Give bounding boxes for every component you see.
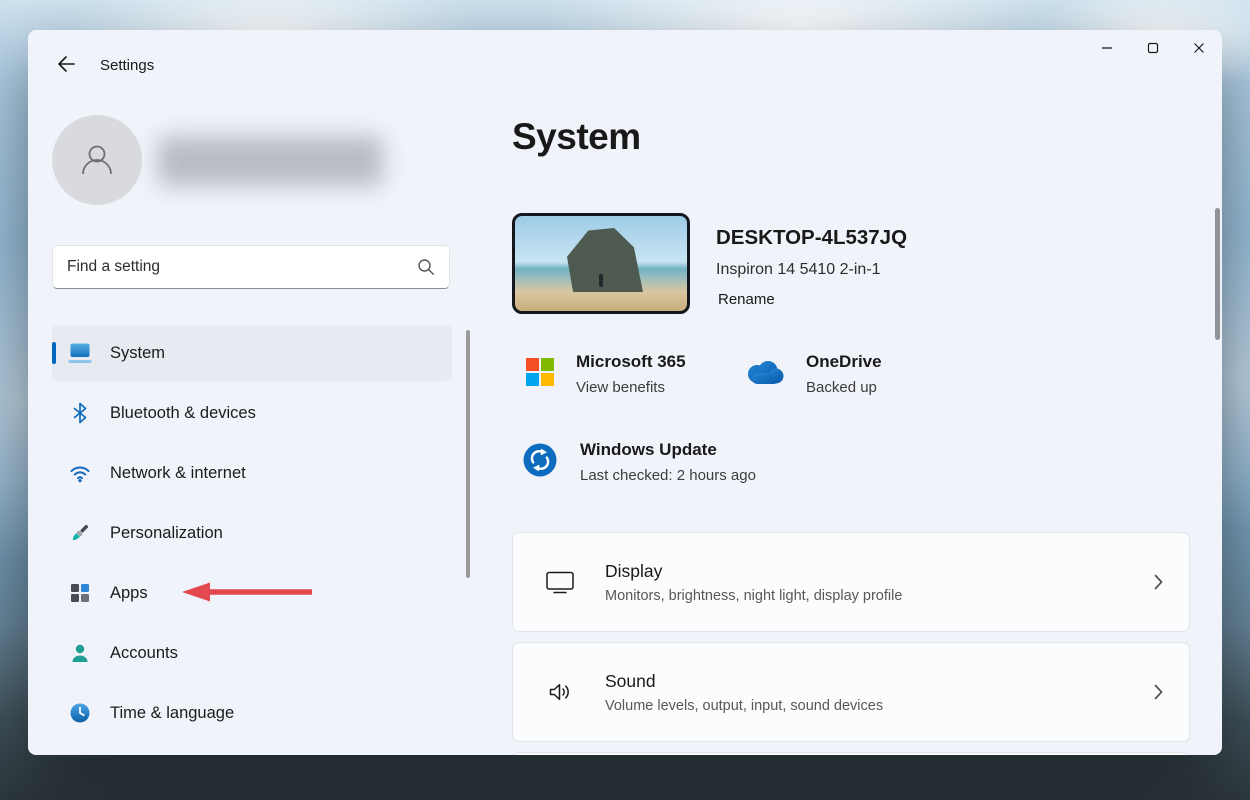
sidebar-item-accounts[interactable]: Accounts [52, 625, 452, 681]
tile-title: Windows Update [580, 440, 717, 459]
device-model: Inspiron 14 5410 2-in-1 [716, 261, 881, 278]
display-icon [543, 569, 577, 595]
avatar[interactable] [52, 115, 142, 205]
network-icon [68, 462, 92, 484]
rename-button[interactable]: Rename [718, 291, 775, 308]
search-icon [417, 258, 435, 276]
caption-buttons [1084, 30, 1222, 66]
minimize-button[interactable] [1084, 30, 1130, 66]
card-subtitle: Monitors, brightness, night light, displ… [605, 587, 903, 604]
sidebar-item-label: System [110, 343, 166, 362]
apps-icon [68, 582, 92, 604]
tile-onedrive[interactable]: OneDrive Backed up [744, 342, 882, 406]
device-thumbnail [512, 213, 690, 314]
chevron-right-icon [1154, 684, 1163, 700]
tile-windows-update[interactable]: Windows Update Last checked: 2 hours ago [522, 430, 756, 494]
person-icon [82, 145, 112, 175]
chevron-right-icon [1154, 574, 1163, 590]
card-display[interactable]: Display Monitors, brightness, night ligh… [512, 532, 1190, 632]
system-icon [68, 342, 92, 364]
personalization-icon [68, 522, 92, 544]
search-input[interactable] [67, 258, 409, 276]
sidebar-item-time-language[interactable]: Time & language [52, 685, 452, 741]
microsoft-365-icon [526, 357, 554, 391]
thumbnail-rock [567, 228, 643, 292]
main-scrollbar[interactable] [1215, 208, 1220, 340]
card-partial [512, 752, 1190, 755]
windows-update-icon [522, 442, 558, 483]
onedrive-icon [744, 359, 784, 390]
search-box[interactable] [52, 245, 450, 289]
sidebar-item-system[interactable]: System [52, 325, 452, 381]
settings-window: Settings Find a setting System Bluetooth… [28, 30, 1222, 755]
thumbnail-figure [599, 274, 603, 287]
back-button[interactable] [48, 48, 84, 80]
tile-subtitle: View benefits [576, 379, 665, 396]
sidebar-item-label: Personalization [110, 523, 223, 542]
time-language-icon [68, 702, 92, 724]
sidebar-nav: System Bluetooth & devices Network & int… [52, 325, 452, 741]
card-title: Sound [605, 670, 656, 691]
tile-title: Microsoft 365 [576, 352, 686, 371]
annotation-arrow-icon [182, 582, 312, 602]
sound-icon [543, 679, 577, 705]
sidebar-item-network-internet[interactable]: Network & internet [52, 445, 452, 501]
sidebar-item-bluetooth-devices[interactable]: Bluetooth & devices [52, 385, 452, 441]
tile-subtitle: Last checked: 2 hours ago [580, 467, 756, 484]
card-subtitle: Volume levels, output, input, sound devi… [605, 697, 884, 714]
card-title: Display [605, 560, 663, 581]
sidebar-item-label: Network & internet [110, 463, 246, 482]
app-title: Settings [100, 57, 155, 74]
user-name-redacted [158, 136, 383, 186]
sidebar-item-label: Accounts [110, 643, 178, 662]
device-name: DESKTOP-4L537JQ [716, 226, 908, 249]
sidebar-scrollbar[interactable] [466, 330, 470, 578]
maximize-button[interactable] [1130, 30, 1176, 66]
tile-microsoft-365[interactable]: Microsoft 365 View benefits [526, 342, 686, 406]
sidebar-item-personalization[interactable]: Personalization [52, 505, 452, 561]
sidebar-item-label: Bluetooth & devices [110, 403, 256, 422]
sidebar-item-label: Apps [110, 583, 148, 602]
card-sound[interactable]: Sound Volume levels, output, input, soun… [512, 642, 1190, 742]
page-title: System [512, 116, 641, 157]
accounts-icon [68, 642, 92, 664]
bluetooth-icon [68, 402, 92, 424]
tile-subtitle: Backed up [806, 379, 877, 396]
sidebar-item-label: Time & language [110, 703, 235, 722]
close-button[interactable] [1176, 30, 1222, 66]
tile-title: OneDrive [806, 352, 882, 371]
